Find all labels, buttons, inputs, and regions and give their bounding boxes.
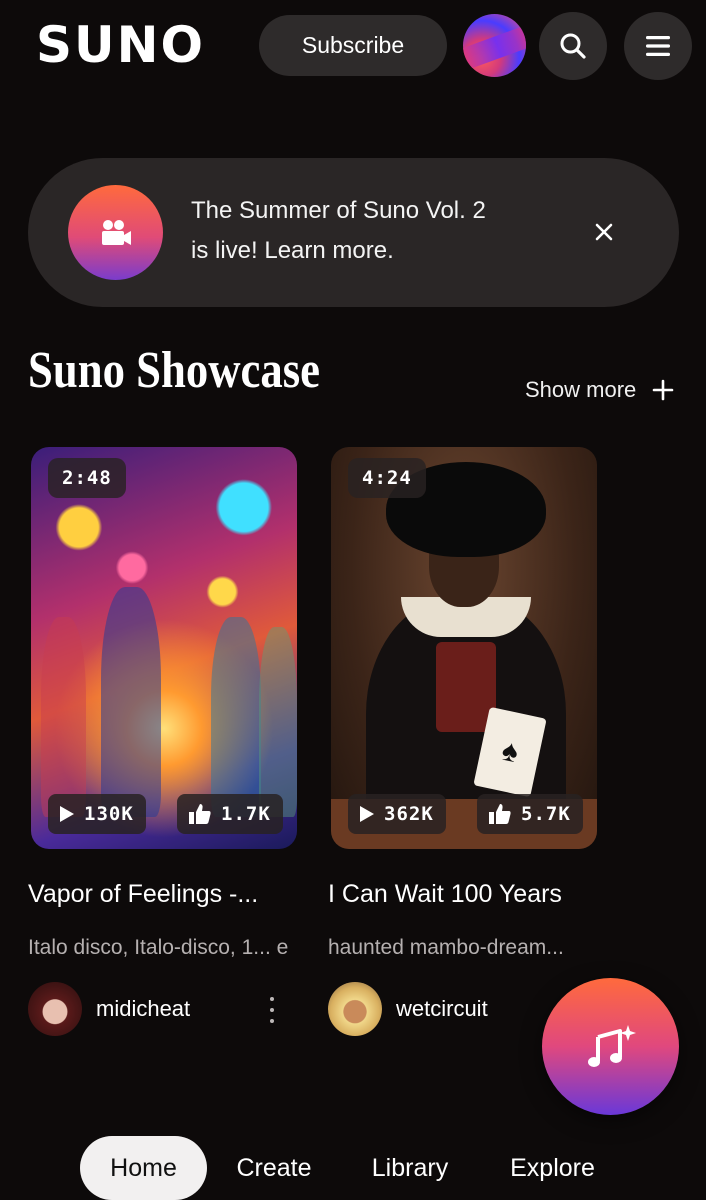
menu-icon xyxy=(646,36,670,56)
song-tags: Italo disco, Italo-disco, 1... e xyxy=(28,936,289,959)
play-icon xyxy=(60,806,74,822)
more-options-icon[interactable] xyxy=(267,997,277,1023)
announcement-banner[interactable]: The Summer of Suno Vol. 2 is live! Learn… xyxy=(28,158,679,307)
creator-link[interactable]: wetcircuit xyxy=(328,982,488,1036)
creator-avatar[interactable] xyxy=(28,982,82,1036)
banner-text-line2: is live! Learn more. xyxy=(191,237,394,264)
song-tags: haunted mambo-dream... xyxy=(328,936,564,959)
thumbs-up-icon xyxy=(189,804,211,824)
like-count-badge: 1.7K xyxy=(177,794,283,834)
nav-create[interactable]: Create xyxy=(222,1136,326,1200)
play-count-badge: 362K xyxy=(348,794,446,834)
suno-logo[interactable]: SUNO xyxy=(36,16,205,74)
show-more-label: Show more xyxy=(525,377,637,402)
song-cover-art[interactable]: 2:48 130K 1.7K xyxy=(31,447,297,849)
song-title[interactable]: Vapor of Feelings -... xyxy=(28,880,308,909)
video-camera-icon xyxy=(101,219,131,245)
creator-link[interactable]: midicheat xyxy=(28,982,190,1036)
show-more-button[interactable]: Show more xyxy=(525,372,674,408)
create-song-fab[interactable] xyxy=(542,978,679,1115)
banner-text[interactable]: The Summer of Suno Vol. 2 is live! Learn… xyxy=(191,191,551,271)
song-card[interactable]: ♠ 4:24 362K 5.7K I Can Wait 100 Years ha… xyxy=(328,447,598,1036)
search-icon xyxy=(560,33,586,59)
close-icon xyxy=(595,223,613,241)
like-count: 5.7K xyxy=(521,803,571,825)
section-title: Suno Showcase xyxy=(28,342,321,399)
plus-icon xyxy=(652,379,674,401)
subscribe-button[interactable]: Subscribe xyxy=(259,15,447,76)
banner-icon-circle xyxy=(68,185,163,280)
duration-badge: 4:24 xyxy=(348,458,426,498)
like-count-badge: 5.7K xyxy=(477,794,583,834)
play-count: 130K xyxy=(84,803,134,825)
song-title[interactable]: I Can Wait 100 Years xyxy=(328,880,608,909)
play-icon xyxy=(360,806,374,822)
play-count: 362K xyxy=(384,803,434,825)
banner-text-line1: The Summer of Suno Vol. 2 xyxy=(191,197,486,224)
music-note-sparkle-icon xyxy=(587,1024,636,1067)
bottom-nav: Home Create Library Explore xyxy=(0,1136,706,1200)
user-avatar[interactable] xyxy=(463,14,526,77)
duration-badge: 2:48 xyxy=(48,458,126,498)
play-count-badge: 130K xyxy=(48,794,146,834)
like-count: 1.7K xyxy=(221,803,271,825)
song-card[interactable]: 2:48 130K 1.7K Vapor of Feelings -... It… xyxy=(28,447,298,1036)
song-cover-art[interactable]: ♠ 4:24 362K 5.7K xyxy=(331,447,597,849)
creator-avatar[interactable] xyxy=(328,982,382,1036)
creator-name[interactable]: midicheat xyxy=(96,996,190,1022)
thumbs-up-icon xyxy=(489,804,511,824)
search-button[interactable] xyxy=(539,12,607,80)
nav-library[interactable]: Library xyxy=(355,1136,465,1200)
menu-button[interactable] xyxy=(624,12,692,80)
banner-close-button[interactable] xyxy=(589,217,619,247)
creator-name[interactable]: wetcircuit xyxy=(396,996,488,1022)
top-bar: SUNO Subscribe xyxy=(0,0,706,92)
nav-home[interactable]: Home xyxy=(80,1136,207,1200)
nav-explore[interactable]: Explore xyxy=(495,1136,610,1200)
